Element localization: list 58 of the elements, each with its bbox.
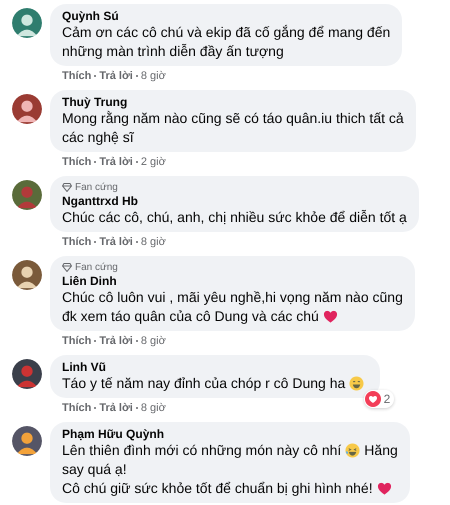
separator-dot bbox=[94, 407, 96, 409]
comment-text: say quá ạ! bbox=[62, 460, 127, 479]
comment-text: Lên thiên đình mới có những món này cô nhí bbox=[62, 441, 342, 460]
timestamp: 8 giờ bbox=[140, 401, 166, 415]
action-link[interactable]: Thích bbox=[62, 334, 92, 348]
heart-icon bbox=[376, 481, 392, 496]
fan-label: Fan cứng bbox=[62, 261, 118, 274]
timestamp: 8 giờ bbox=[140, 235, 166, 249]
avatar[interactable] bbox=[12, 180, 42, 210]
diamond-icon bbox=[62, 183, 72, 192]
separator-dot bbox=[136, 241, 138, 243]
timestamp: 8 giờ bbox=[140, 334, 166, 348]
author-name[interactable]: Phạm Hữu Quỳnh bbox=[62, 427, 164, 441]
avatar[interactable] bbox=[12, 426, 42, 456]
comment-text: những màn trình diễn đầy ấn tượng bbox=[62, 42, 284, 61]
comment-text: Cô chú giữ sức khỏe tốt để chuẩn bị ghi hình nhé! bbox=[62, 479, 373, 498]
diamond-icon bbox=[62, 263, 72, 272]
author-name[interactable]: Liên Dinh bbox=[62, 274, 117, 288]
action-link[interactable]: Trả lời bbox=[99, 235, 133, 249]
author-name[interactable]: Linh Vũ bbox=[62, 360, 106, 374]
comment-text: đk xem táo quân của cô Dung và các chú bbox=[62, 307, 319, 326]
laughing-emoji-icon bbox=[345, 443, 360, 458]
comment-text: Chúc các cô, chú, anh, chị nhiều sức khỏe để diễn tốt ạ bbox=[62, 208, 407, 227]
separator-dot bbox=[136, 407, 138, 409]
author-name[interactable]: Thuỳ Trung bbox=[62, 95, 128, 109]
comment-text: các nghệ sĩ bbox=[62, 128, 134, 147]
avatar[interactable] bbox=[12, 94, 42, 124]
author-name[interactable]: Quỳnh Sú bbox=[62, 9, 119, 23]
reaction-count[interactable]: 2 bbox=[364, 390, 394, 408]
avatar[interactable] bbox=[12, 8, 42, 38]
comment-text: Cảm ơn các cô chú và ekip đã cố gắng để mang đến bbox=[62, 23, 390, 42]
action-link[interactable]: Trả lời bbox=[99, 155, 133, 169]
separator-dot bbox=[136, 75, 138, 77]
action-link[interactable]: Thích bbox=[62, 235, 92, 249]
separator-dot bbox=[94, 241, 96, 243]
action-link[interactable]: Trả lời bbox=[99, 69, 133, 83]
action-link[interactable]: Trả lời bbox=[99, 401, 133, 415]
separator-dot bbox=[94, 75, 96, 77]
fan-label: Fan cứng bbox=[62, 181, 118, 194]
action-link[interactable]: Trả lời bbox=[99, 334, 133, 348]
separator-dot bbox=[136, 161, 138, 163]
action-link[interactable]: Thích bbox=[62, 155, 92, 169]
avatar[interactable] bbox=[12, 359, 42, 389]
grinning-emoji-icon bbox=[349, 376, 364, 391]
heart-icon bbox=[322, 309, 338, 324]
comment-text: Chúc cô luôn vui , mãi yêu nghề,hi vọng năm nào cũng bbox=[62, 288, 403, 307]
timestamp: 2 giờ bbox=[140, 155, 166, 169]
comment-text: Mong rằng năm nào cũng sẽ có táo quân.iu thich tất cả bbox=[62, 109, 404, 128]
comment-text: Táo y tế năm nay đỉnh của chóp r cô Dung ha bbox=[62, 374, 346, 393]
author-name[interactable]: Nganttrxd Hb bbox=[62, 194, 138, 208]
comment-text: Hăng bbox=[364, 441, 398, 460]
action-link[interactable]: Thích bbox=[62, 401, 92, 415]
action-link[interactable]: Thích bbox=[62, 69, 92, 83]
separator-dot bbox=[94, 161, 96, 163]
avatar[interactable] bbox=[12, 260, 42, 290]
timestamp: 8 giờ bbox=[140, 69, 166, 83]
separator-dot bbox=[136, 340, 138, 342]
separator-dot bbox=[94, 340, 96, 342]
